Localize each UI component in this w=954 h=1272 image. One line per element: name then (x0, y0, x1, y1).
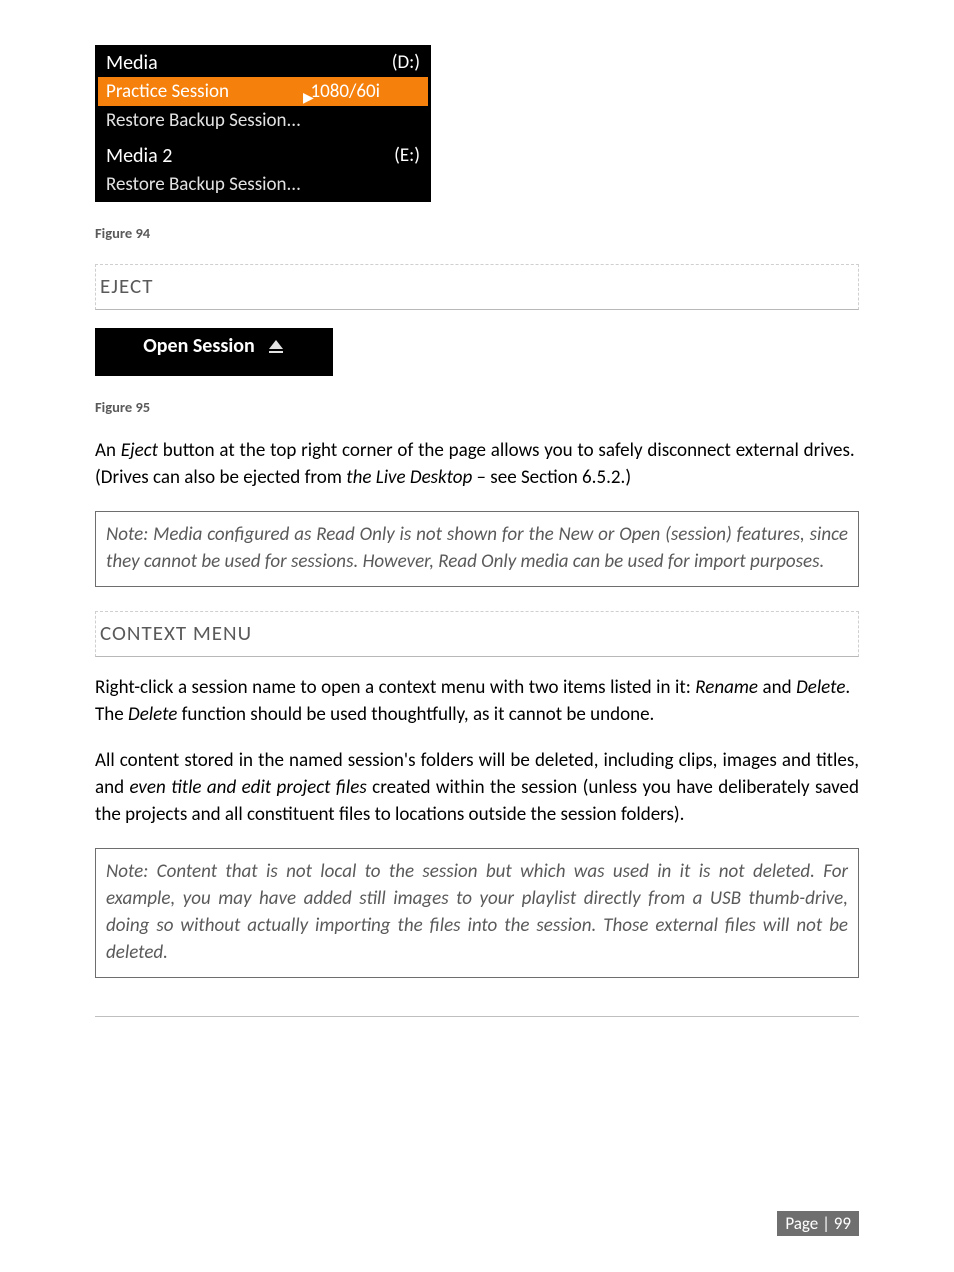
media2-drive-header: Media 2 (E:) (98, 141, 428, 170)
media-title: Media (106, 51, 158, 75)
restore-text: Restore Backup Session... (106, 109, 301, 132)
note-box-readonly: Note: Media configured as Read Only is n… (95, 511, 859, 587)
eject-paragraph: An Eject button at the top right corner … (95, 438, 859, 492)
context-paragraph-1: Right-click a session name to open a con… (95, 675, 859, 729)
open-session-panel: Open Session (95, 328, 333, 376)
session-format: 1080/60i (311, 80, 420, 103)
context-menu-heading: CONTEXT MENU (100, 620, 854, 646)
eject-icon (269, 340, 285, 356)
footer-rule (95, 1016, 859, 1017)
figure-95-caption: Figure 95 (95, 398, 859, 416)
media2-title: Media 2 (106, 144, 172, 168)
restore-row-2: Restore Backup Session... (98, 170, 428, 199)
media-panel-screenshot: Media (D:) Practice Session ▶ 1080/60i R… (95, 45, 431, 202)
context-paragraph-2: All content stored in the named session'… (95, 748, 859, 829)
context-menu-heading-box: CONTEXT MENU (95, 611, 859, 657)
note-box-external: Note: Content that is not local to the s… (95, 848, 859, 978)
cursor-icon: ▶ (303, 89, 314, 106)
note-external-text: Note: Content that is not local to the s… (106, 859, 848, 967)
session-row-practice: Practice Session ▶ 1080/60i (98, 77, 428, 106)
page-number: Page | 99 (777, 1211, 859, 1236)
media2-drive-letter: (E:) (394, 144, 420, 167)
restore-text-2: Restore Backup Session... (106, 173, 301, 196)
restore-row-1: Restore Backup Session... (98, 106, 428, 135)
eject-heading-box: EJECT (95, 264, 859, 310)
session-name: Practice Session (106, 80, 229, 103)
media-drive-letter: (D:) (392, 51, 420, 74)
open-session-label: Open Session (143, 334, 254, 358)
note-readonly-text: Note: Media configured as Read Only is n… (106, 522, 848, 576)
figure-94-caption: Figure 94 (95, 224, 859, 242)
eject-heading: EJECT (100, 273, 854, 299)
media-drive-header: Media (D:) (98, 48, 428, 77)
